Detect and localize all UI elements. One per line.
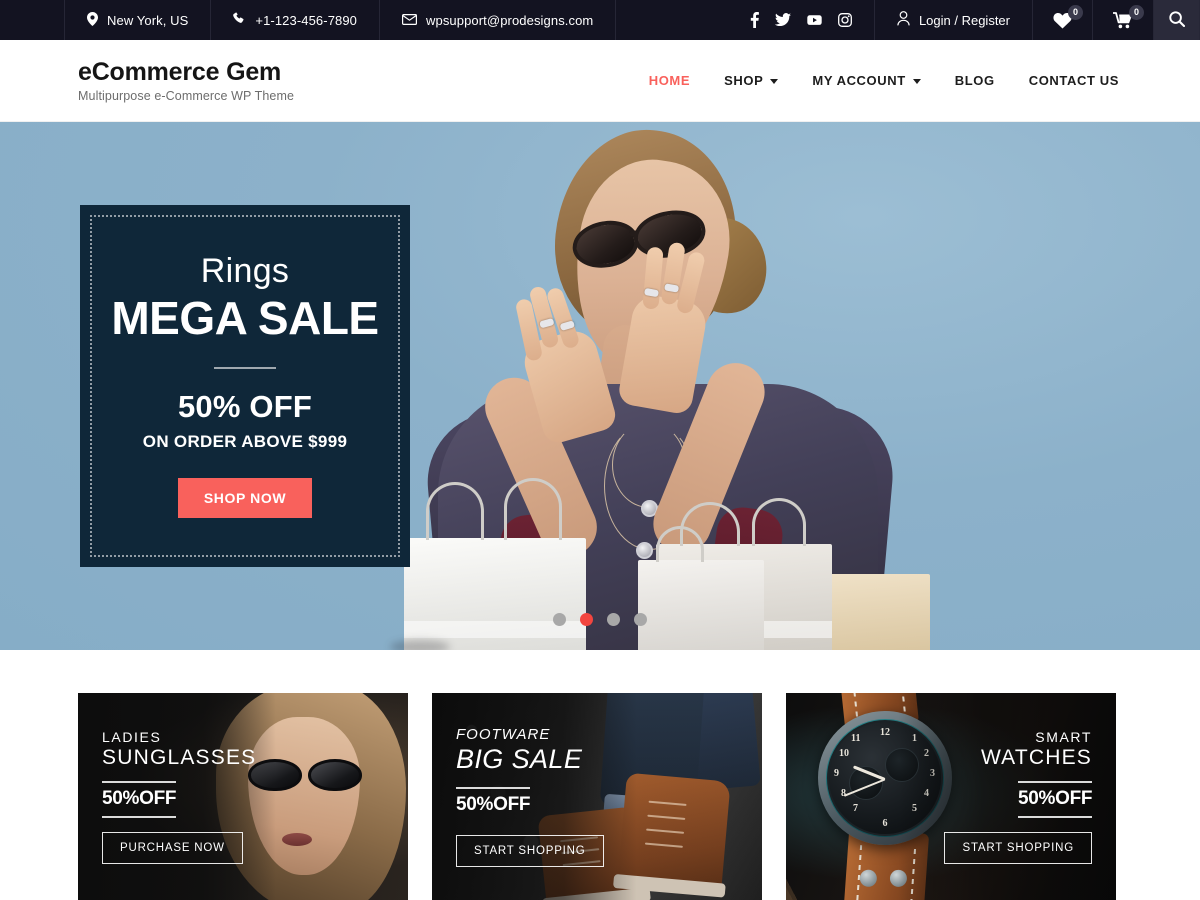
promo-purchase-now-button[interactable]: PURCHASE NOW — [102, 832, 243, 865]
carousel-dots — [0, 613, 1200, 626]
top-bar-contact-group: New York, US +1-123-456-7890 wpsupport@p… — [0, 0, 617, 40]
promo-cards-row: LADIES SUNGLASSES 50%OFF PURCHASE NOW FO… — [0, 650, 1200, 900]
promo-card-body: LADIES SUNGLASSES 50%OFF PURCHASE NOW — [78, 729, 408, 865]
nav-item-blog[interactable]: BLOG — [938, 73, 1012, 88]
site-logo[interactable]: eCommerce Gem Multipurpose e-Commerce WP… — [78, 58, 294, 103]
promo-kicker: FOOTWARE — [456, 725, 551, 743]
hero-condition: ON ORDER ABOVE $999 — [142, 431, 348, 451]
carousel-dot-4[interactable] — [634, 613, 647, 626]
hero-divider — [214, 366, 276, 369]
chevron-down-icon — [912, 79, 921, 84]
promo-discount: 50%OFF — [1018, 788, 1093, 810]
promo-discount-block: 50%OFF — [102, 781, 177, 819]
main-navigation: HOME SHOP MY ACCOUNT BLOG CONTACT US — [632, 73, 1136, 88]
nav-item-shop[interactable]: SHOP — [707, 73, 795, 88]
email-item[interactable]: wpsupport@prodesigns.com — [380, 0, 617, 40]
location-item: New York, US — [64, 0, 212, 40]
social-links — [734, 0, 875, 40]
carousel-dot-2[interactable] — [580, 613, 593, 626]
hero-headline: MEGA SALE — [111, 292, 379, 345]
email-text: wpsupport@prodesigns.com — [426, 12, 594, 28]
envelope-icon — [402, 13, 418, 28]
nav-label-contact-us: CONTACT US — [1028, 73, 1119, 88]
youtube-icon[interactable] — [807, 14, 822, 26]
cart-button[interactable]: 0 — [1093, 0, 1154, 40]
hero-photo-woman-shopping: fabrizioriva — [380, 122, 1000, 650]
top-bar: New York, US +1-123-456-7890 wpsupport@p… — [0, 0, 1200, 40]
promo-kicker: LADIES — [102, 728, 162, 745]
nav-item-contact-us[interactable]: CONTACT US — [1012, 73, 1136, 88]
shopping-bag — [404, 478, 586, 650]
carousel-dot-3[interactable] — [607, 613, 620, 626]
site-header: eCommerce Gem Multipurpose e-Commerce WP… — [0, 40, 1200, 122]
promo-title: BIG SALE — [456, 743, 583, 774]
promo-start-shopping-button[interactable]: START SHOPPING — [456, 835, 604, 868]
login-register-link[interactable]: Login / Register — [875, 0, 1033, 40]
search-icon — [1168, 10, 1185, 30]
phone-icon — [233, 12, 246, 28]
chevron-down-icon — [770, 79, 779, 84]
instagram-icon[interactable] — [837, 13, 852, 27]
nav-label-home: HOME — [648, 73, 691, 88]
wishlist-button[interactable]: 0 — [1033, 0, 1093, 40]
user-icon — [897, 11, 910, 29]
hero-caption-box: Rings MEGA SALE 50% OFF ON ORDER ABOVE $… — [80, 205, 410, 567]
facebook-icon[interactable] — [750, 12, 759, 28]
map-pin-icon — [87, 11, 98, 29]
location-text: New York, US — [107, 12, 189, 28]
promo-card-smart-watches[interactable]: 12 1 2 3 4 5 6 7 8 9 10 11 — [786, 693, 1116, 900]
top-bar-actions: Login / Register 0 0 — [734, 0, 1200, 40]
wishlist-count-badge: 0 — [1068, 5, 1083, 20]
promo-card-footware-big-sale[interactable]: FOOTWARE BIG SALE 50%OFF START SHOPPING — [432, 693, 762, 900]
promo-rule-bottom — [1018, 816, 1092, 819]
cart-count-badge: 0 — [1129, 5, 1144, 20]
search-button[interactable] — [1154, 0, 1200, 40]
login-register-label: Login / Register — [918, 12, 1010, 28]
hero-shop-now-button[interactable]: SHOP NOW — [177, 477, 313, 518]
nav-item-home[interactable]: HOME — [632, 73, 707, 88]
promo-card-ladies-sunglasses[interactable]: LADIES SUNGLASSES 50%OFF PURCHASE NOW — [78, 693, 408, 900]
promo-start-shopping-button[interactable]: START SHOPPING — [944, 832, 1092, 865]
phone-text: +1-123-456-7890 — [255, 12, 358, 28]
twitter-icon[interactable] — [774, 13, 791, 27]
brand-tagline: Multipurpose e-Commerce WP Theme — [78, 88, 295, 103]
phone-item[interactable]: +1-123-456-7890 — [211, 0, 381, 40]
promo-rule-bottom — [102, 816, 176, 819]
promo-kicker: SMART — [1035, 728, 1092, 745]
brand-title: eCommerce Gem — [78, 58, 282, 87]
hero-content: Rings MEGA SALE 50% OFF ON ORDER ABOVE $… — [80, 252, 410, 518]
top-bar-spacer — [616, 0, 734, 40]
hero-discount: 50% OFF — [177, 388, 313, 424]
shopping-bag — [638, 526, 764, 650]
nav-label-shop: SHOP — [724, 73, 764, 88]
nav-item-my-account[interactable]: MY ACCOUNT — [795, 73, 937, 88]
promo-title: WATCHES — [980, 745, 1092, 769]
promo-discount: 50%OFF — [102, 788, 177, 810]
promo-discount-block: 50%OFF — [1018, 781, 1093, 819]
promo-card-body: FOOTWARE BIG SALE 50%OFF START SHOPPING — [432, 726, 762, 868]
hero-slider: fabrizioriva Rings MEGA SALE 50% OFF ON … — [0, 122, 1200, 650]
promo-discount-block: 50%OFF — [456, 786, 531, 822]
hero-kicker: Rings — [200, 252, 290, 291]
nav-label-blog: BLOG — [954, 73, 995, 88]
promo-discount: 50%OFF — [456, 793, 531, 815]
promo-title: SUNGLASSES — [102, 745, 257, 769]
nav-label-my-account: MY ACCOUNT — [812, 73, 906, 88]
carousel-dot-1[interactable] — [553, 613, 566, 626]
promo-card-body: SMART WATCHES 50%OFF START SHOPPING — [786, 729, 1116, 865]
